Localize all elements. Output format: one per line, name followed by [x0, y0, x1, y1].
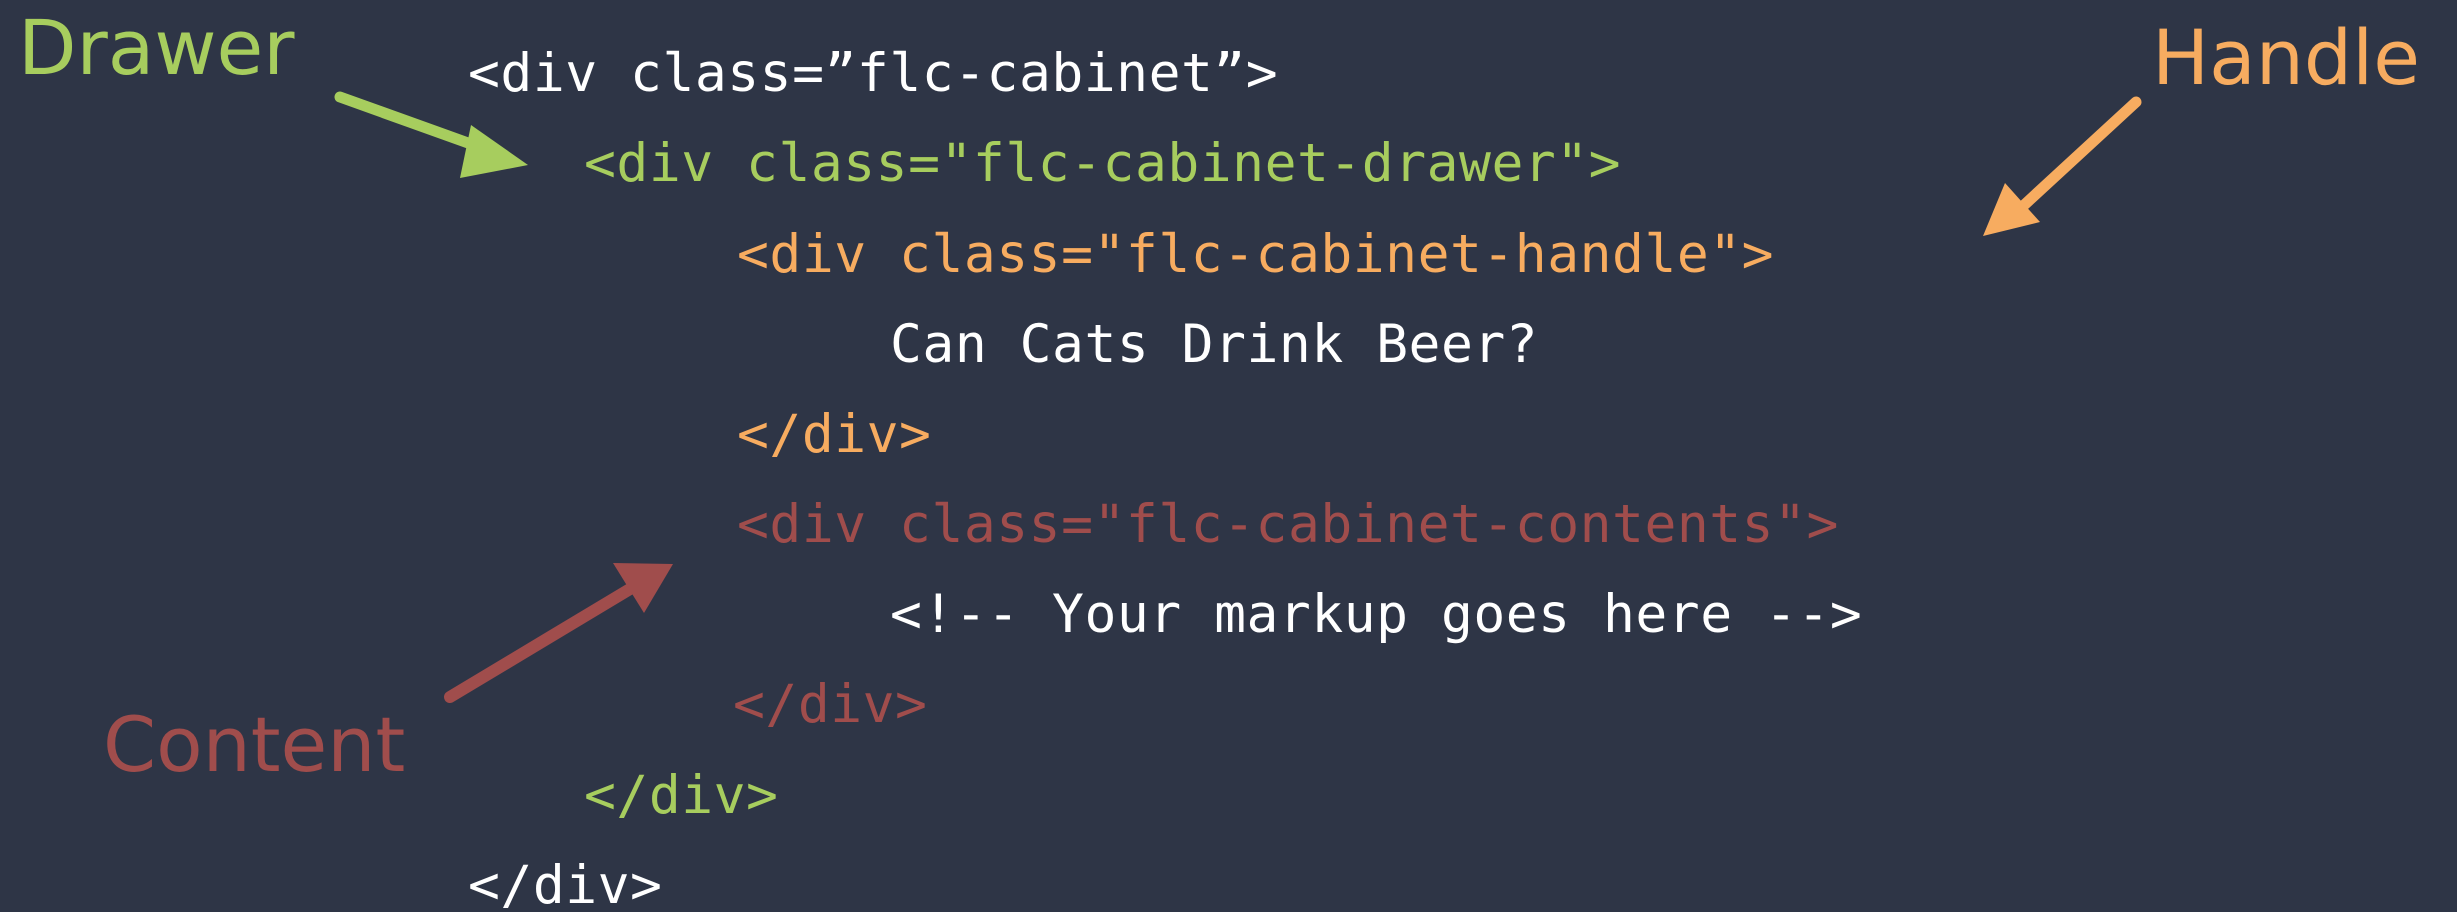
code-drawer-close: </div> — [584, 765, 779, 826]
code-cabinet-close: </div> — [468, 855, 663, 912]
content-label: Content — [103, 700, 406, 789]
drawer-arrow — [334, 91, 528, 178]
code-cabinet-open: <div class=”flc-cabinet”> — [468, 43, 1279, 104]
drawer-label: Drawer — [18, 3, 295, 92]
content-arrow — [444, 563, 673, 703]
code-drawer-open: <div class="flc-cabinet-drawer"> — [584, 133, 1622, 194]
code-contents-open: <div class="flc-cabinet-contents"> — [737, 494, 1839, 555]
code-contents-close: </div> — [733, 674, 928, 735]
handle-label: Handle — [2152, 13, 2421, 102]
code-handle-text: Can Cats Drink Beer? — [890, 314, 1539, 375]
code-handle-open: <div class="flc-cabinet-handle"> — [737, 224, 1775, 285]
code-contents-text: <!-- Your markup goes here --> — [890, 584, 1863, 645]
code-handle-close: </div> — [737, 404, 932, 465]
annotated-code-diagram: Drawer Handle Content <div class=”flc-ca… — [0, 0, 2457, 912]
handle-arrow — [1983, 96, 2142, 236]
